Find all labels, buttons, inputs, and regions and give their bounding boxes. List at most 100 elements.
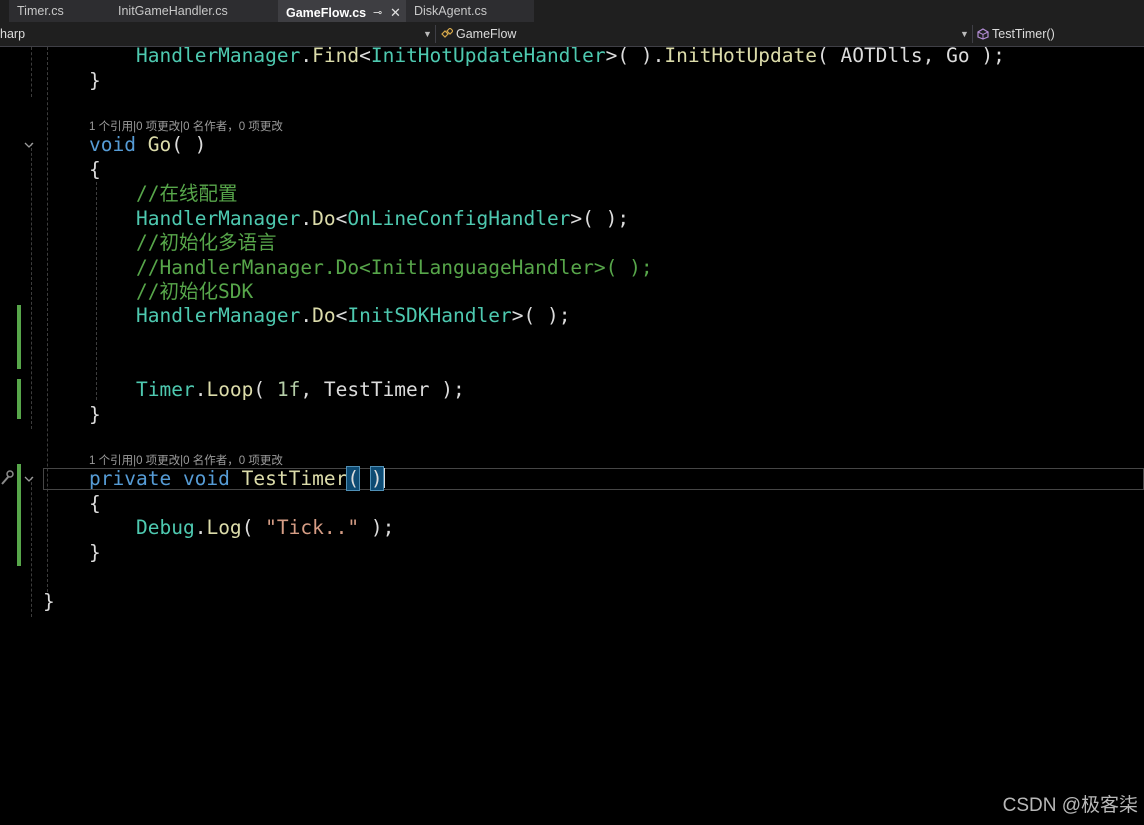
chevron-down-icon[interactable]: ▼ [423, 22, 432, 46]
code-line: HandlerManager.Do<OnLineConfigHandler>( … [136, 207, 629, 231]
separator [972, 25, 973, 43]
code-token: InitHotUpdateHandler [370, 44, 606, 67]
quick-actions-icon[interactable] [0, 468, 14, 486]
code-token: TestTimer [241, 467, 348, 490]
tab-label: DiskAgent.cs [414, 4, 487, 18]
collapse-icon[interactable] [24, 474, 34, 484]
code-lens[interactable]: 1 个引用|0 项更改|0 名作者，0 项更改 [89, 118, 283, 134]
change-marker [17, 464, 21, 566]
code-line: { [89, 158, 101, 182]
code-token: HandlerManager [136, 304, 301, 327]
code-token: , TestTimer ); [300, 378, 465, 401]
code-line: private void TestTimer( ) [89, 466, 385, 491]
code-token: < [335, 304, 348, 327]
type-label: GameFlow [456, 27, 517, 41]
tab-timer-cs[interactable]: Timer.cs [9, 0, 110, 22]
code-token: Loop [206, 378, 254, 401]
matching-paren: ( [346, 466, 361, 491]
code-line: { [89, 492, 101, 516]
code-token: InitHotUpdate [664, 44, 817, 67]
tab-label: InitGameHandler.cs [118, 4, 228, 18]
code-token: private [89, 467, 172, 490]
code-token: Find [312, 44, 360, 67]
change-marker [17, 379, 21, 419]
code-token: 1f [276, 378, 301, 401]
document-tab-bar: Timer.cs InitGameHandler.cs GameFlow.cs … [0, 0, 1144, 22]
code-line: } [89, 69, 101, 93]
code-token: InitSDKHandler [347, 304, 512, 327]
code-token: >( ). [605, 44, 665, 67]
indent-guide [31, 143, 32, 429]
code-line: //初始化多语言 [136, 231, 276, 255]
code-token: } [89, 403, 101, 426]
code-token: . [194, 378, 207, 401]
close-icon[interactable]: ✕ [390, 2, 401, 24]
tab-gameflow-cs[interactable]: GameFlow.cs ⊸ ✕ [278, 0, 406, 22]
code-line: } [43, 590, 55, 614]
code-token: . [194, 516, 207, 539]
project-label: harp [0, 27, 26, 41]
code-line: //在线配置 [136, 182, 237, 206]
code-token: < [335, 207, 348, 230]
code-line: } [89, 541, 101, 565]
code-line: void Go( ) [89, 133, 206, 157]
code-token: . [300, 44, 313, 67]
code-token: { [89, 492, 101, 515]
code-line: //初始化SDK [136, 280, 253, 304]
code-line: Timer.Loop( 1f, TestTimer ); [136, 378, 465, 402]
indent-guide [31, 47, 32, 97]
tab-label: GameFlow.cs [286, 6, 367, 20]
indent-guide [31, 477, 32, 617]
code-token: HandlerManager [136, 207, 301, 230]
code-token: } [89, 69, 101, 92]
code-line: //HandlerManager.Do<InitLanguageHandler>… [136, 256, 653, 280]
code-token: . [300, 207, 313, 230]
code-token: Go [147, 133, 172, 156]
code-line: HandlerManager.Find<InitHotUpdateHandler… [136, 44, 1005, 68]
code-token: { [89, 158, 101, 181]
code-token: "Tick.." [265, 516, 360, 539]
watermark: CSDN @极客柒 [1002, 795, 1138, 816]
code-token: ( [241, 516, 266, 539]
indent-guide [47, 47, 48, 592]
code-token: ( ) [171, 133, 207, 156]
tab-initgamehandler-cs[interactable]: InitGameHandler.cs [110, 0, 278, 22]
code-token: Timer [136, 378, 195, 401]
code-token: HandlerManager [136, 44, 301, 67]
indent-guide [96, 182, 97, 400]
chevron-down-icon[interactable]: ▼ [960, 22, 969, 46]
type-dropdown[interactable]: GameFlow [441, 22, 516, 46]
code-token: < [359, 44, 371, 67]
code-token: void [89, 133, 136, 156]
code-lens[interactable]: 1 个引用|0 项更改|0 名作者，0 项更改 [89, 452, 283, 468]
code-token: Do [312, 304, 336, 327]
code-token: >( ); [511, 304, 571, 327]
pin-icon[interactable]: ⊸ [373, 2, 382, 24]
code-token: //HandlerManager.Do<InitLanguageHandler>… [136, 256, 653, 279]
code-token: } [89, 541, 101, 564]
code-token: >( ); [570, 207, 630, 230]
code-token: ); [359, 516, 395, 539]
code-token: Log [206, 516, 242, 539]
code-token: void [182, 467, 230, 490]
code-token: Do [312, 207, 336, 230]
project-dropdown[interactable]: harp [0, 22, 25, 46]
code-line: Debug.Log( "Tick.." ); [136, 516, 394, 540]
member-label: TestTimer() [992, 27, 1055, 41]
matching-paren: ) [369, 466, 384, 491]
code-token: Debug [136, 516, 195, 539]
code-token: . [300, 304, 313, 327]
code-token: } [43, 590, 55, 613]
code-token: //初始化SDK [136, 280, 254, 303]
tab-label: Timer.cs [17, 4, 64, 18]
collapse-icon[interactable] [24, 140, 34, 150]
code-line: } [89, 403, 101, 427]
code-token: OnLineConfigHandler [347, 207, 571, 230]
separator [435, 25, 436, 43]
code-editor[interactable]: HandlerManager.Find<InitHotUpdateHandler… [0, 44, 1144, 825]
change-marker [17, 305, 21, 369]
code-line: HandlerManager.Do<InitSDKHandler>( ); [136, 304, 570, 328]
member-dropdown[interactable]: TestTimer() [977, 22, 1055, 46]
tab-diskagent-cs[interactable]: DiskAgent.cs [406, 0, 534, 22]
